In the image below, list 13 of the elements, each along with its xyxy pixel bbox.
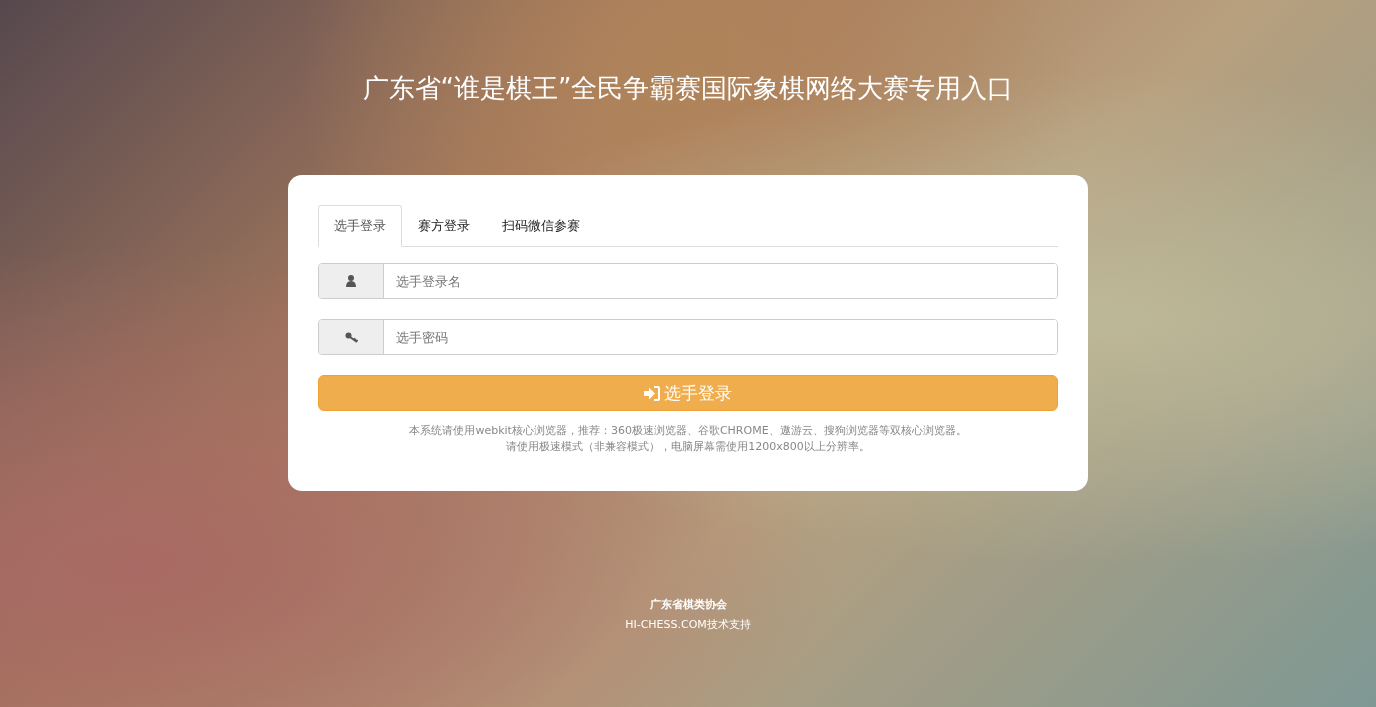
footer-text: 广东省棋类协会 (648, 597, 728, 613)
tab[interactable]: 赛方登录 (402, 205, 486, 247)
page-title: 广东省“谁是棋王”全民争霸赛国际象棋网络大赛专用入口 (362, 72, 1014, 105)
sign-in-icon (644, 385, 660, 401)
browser-note: 本系统请使用webkit核心浏览器，推荐：360极速浏览器、谷歌CHROME、遨游云、搜狗浏览器等双核心浏览器。 (408, 423, 968, 439)
input-field[interactable]: 选手密码 (318, 319, 1058, 355)
key-icon (344, 331, 358, 343)
browser-note: 请使用极速模式（非兼容模式），电脑屏幕需使用1200x800以上分辨率。 (505, 439, 871, 455)
tab[interactable]: 扫码微信参赛 (486, 205, 596, 247)
user-icon (346, 275, 356, 287)
footer-text: HI-CHESS.COM技术支持 (625, 617, 751, 633)
tab[interactable]: 选手登录 (318, 205, 402, 247)
input-field[interactable]: 选手登录名 (318, 263, 1058, 299)
